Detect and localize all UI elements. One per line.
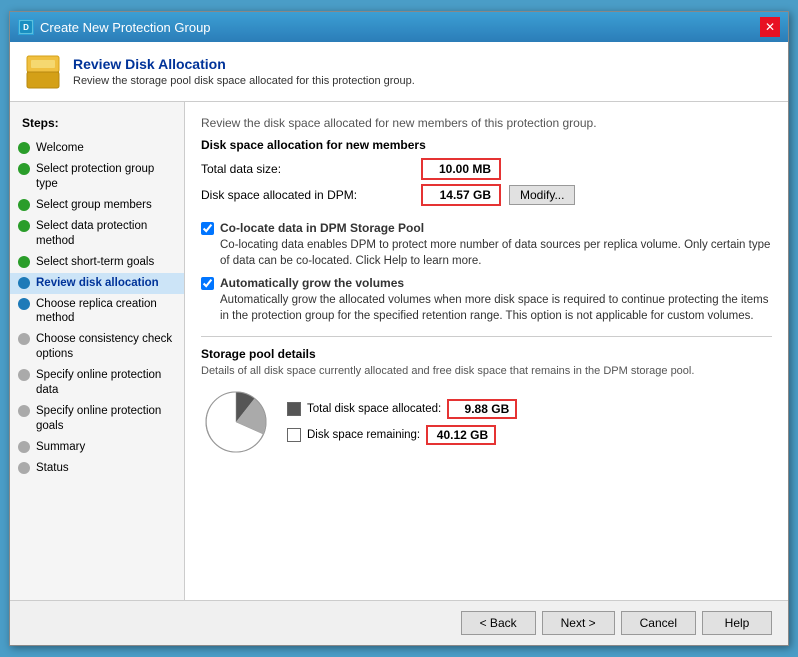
window-title: Create New Protection Group	[40, 20, 211, 35]
step-label-group-type: Select protection group type	[36, 162, 176, 192]
disk-space-label: Disk space allocated in DPM:	[201, 188, 421, 202]
header-icon	[25, 54, 61, 90]
cancel-button[interactable]: Cancel	[621, 611, 696, 635]
autogrow-row: Automatically grow the volumes Automatic…	[201, 275, 772, 324]
step-label-consistency: Choose consistency check options	[36, 332, 176, 362]
step-dot-review-disk	[18, 277, 30, 289]
header-title: Review Disk Allocation	[73, 56, 415, 72]
header-description: Review the storage pool disk space alloc…	[73, 75, 415, 87]
step-dot-summary	[18, 441, 30, 453]
total-allocated-legend-icon	[287, 402, 301, 416]
step-label-online-data: Specify online protection data	[36, 368, 176, 398]
main-panel: Review the disk space allocated for new …	[185, 102, 788, 600]
step-label-welcome: Welcome	[36, 141, 84, 156]
step-label-data-protection: Select data protection method	[36, 219, 176, 249]
autogrow-label: Automatically grow the volumes	[220, 275, 772, 292]
sidebar-item-consistency[interactable]: Choose consistency check options	[10, 329, 184, 365]
step-dot-online-data	[18, 369, 30, 381]
storage-pool-content: Total disk space allocated: 9.88 GB Disk…	[201, 387, 772, 457]
disk-space-row: Disk space allocated in DPM: 14.57 GB Mo…	[201, 184, 772, 206]
sidebar-item-summary[interactable]: Summary	[10, 437, 184, 458]
storage-pool-desc: Details of all disk space currently allo…	[201, 365, 772, 377]
step-label-online-goals: Specify online protection goals	[36, 404, 176, 434]
disk-remaining-label: Disk space remaining:	[307, 429, 420, 441]
title-bar-left: D Create New Protection Group	[18, 19, 211, 35]
sidebar-item-status[interactable]: Status	[10, 458, 184, 479]
colocate-text: Co-locating data enables DPM to protect …	[220, 239, 770, 267]
total-allocated-value: 9.88 GB	[447, 399, 517, 419]
colocate-label: Co-locate data in DPM Storage Pool	[220, 220, 772, 237]
section-intro: Review the disk space allocated for new …	[201, 116, 772, 130]
total-data-label: Total data size:	[201, 162, 421, 176]
sidebar-item-short-term[interactable]: Select short-term goals	[10, 252, 184, 273]
sidebar-item-welcome[interactable]: Welcome	[10, 138, 184, 159]
header-text: Review Disk Allocation Review the storag…	[73, 56, 415, 87]
total-data-value: 10.00 MB	[421, 158, 501, 180]
modify-button[interactable]: Modify...	[509, 185, 575, 205]
sidebar-item-data-protection[interactable]: Select data protection method	[10, 216, 184, 252]
app-icon: D	[18, 19, 34, 35]
step-dot-group-type	[18, 163, 30, 175]
colocate-row: Co-locate data in DPM Storage Pool Co-lo…	[201, 220, 772, 269]
sidebar-item-group-type[interactable]: Select protection group type	[10, 159, 184, 195]
help-button[interactable]: Help	[702, 611, 772, 635]
back-button[interactable]: < Back	[461, 611, 536, 635]
step-dot-choose-replica	[18, 298, 30, 310]
next-button[interactable]: Next >	[542, 611, 615, 635]
total-data-row: Total data size: 10.00 MB	[201, 158, 772, 180]
sidebar-item-members[interactable]: Select group members	[10, 195, 184, 216]
disk-allocation-box: Disk space allocation for new members To…	[201, 138, 772, 206]
content-area: Steps: Welcome Select protection group t…	[10, 102, 788, 600]
disk-remaining-legend-icon	[287, 428, 301, 442]
sidebar-item-review-disk[interactable]: Review disk allocation	[10, 273, 184, 294]
step-label-review-disk: Review disk allocation	[36, 276, 159, 291]
close-button[interactable]: ✕	[760, 17, 780, 37]
step-label-status: Status	[36, 461, 69, 476]
step-dot-short-term	[18, 256, 30, 268]
colocate-checkbox[interactable]	[201, 222, 214, 235]
autogrow-desc: Automatically grow the volumes Automatic…	[220, 275, 772, 324]
footer: < Back Next > Cancel Help	[10, 600, 788, 645]
disk-remaining-legend-row: Disk space remaining: 40.12 GB	[287, 425, 517, 445]
checkbox-section: Co-locate data in DPM Storage Pool Co-lo…	[201, 220, 772, 324]
title-bar: D Create New Protection Group ✕	[10, 12, 788, 42]
step-label-short-term: Select short-term goals	[36, 255, 154, 270]
sidebar-item-choose-replica[interactable]: Choose replica creation method	[10, 294, 184, 330]
total-allocated-legend-row: Total disk space allocated: 9.88 GB	[287, 399, 517, 419]
step-label-summary: Summary	[36, 440, 85, 455]
sidebar-item-online-goals[interactable]: Specify online protection goals	[10, 401, 184, 437]
step-label-members: Select group members	[36, 198, 152, 213]
allocation-section-title: Disk space allocation for new members	[201, 138, 772, 152]
total-allocated-label: Total disk space allocated:	[307, 403, 441, 415]
storage-pool-title: Storage pool details	[201, 347, 772, 361]
svg-text:D: D	[23, 23, 29, 32]
pie-chart	[201, 387, 271, 457]
storage-legend: Total disk space allocated: 9.88 GB Disk…	[287, 399, 517, 445]
main-window: D Create New Protection Group ✕ Review D…	[9, 11, 789, 646]
disk-space-value: 14.57 GB	[421, 184, 501, 206]
step-dot-data-protection	[18, 220, 30, 232]
step-dot-status	[18, 462, 30, 474]
sidebar: Steps: Welcome Select protection group t…	[10, 102, 185, 600]
colocate-desc: Co-locate data in DPM Storage Pool Co-lo…	[220, 220, 772, 269]
autogrow-text: Automatically grow the allocated volumes…	[220, 294, 768, 322]
step-dot-consistency	[18, 333, 30, 345]
step-dot-members	[18, 199, 30, 211]
disk-remaining-value: 40.12 GB	[426, 425, 496, 445]
steps-label: Steps:	[10, 112, 184, 138]
step-label-choose-replica: Choose replica creation method	[36, 297, 176, 327]
storage-pool-section: Storage pool details Details of all disk…	[201, 336, 772, 457]
sidebar-item-online-data[interactable]: Specify online protection data	[10, 365, 184, 401]
header-area: Review Disk Allocation Review the storag…	[10, 42, 788, 102]
step-dot-welcome	[18, 142, 30, 154]
autogrow-checkbox[interactable]	[201, 277, 214, 290]
step-dot-online-goals	[18, 405, 30, 417]
